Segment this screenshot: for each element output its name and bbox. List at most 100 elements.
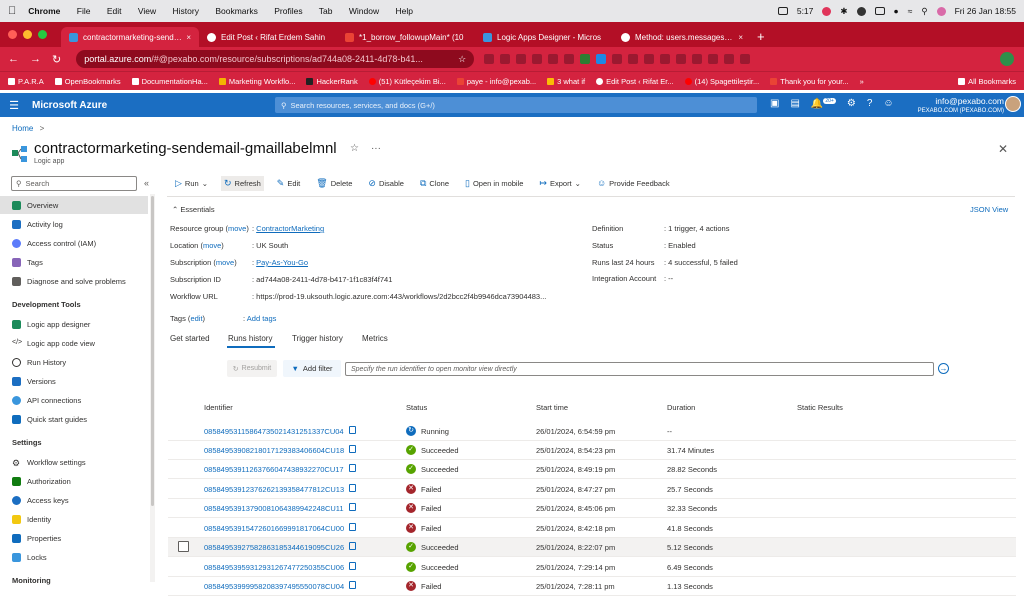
sidebar-item-overview[interactable]: Overview [0, 196, 148, 214]
sidebar-item-versions[interactable]: Versions [0, 372, 148, 390]
bookmark-item[interactable]: 3 what if [547, 77, 585, 86]
search-icon[interactable]: ⚲ [921, 6, 927, 17]
sidebar-scrollbar[interactable] [150, 194, 155, 582]
extension-icon[interactable] [724, 54, 735, 64]
run-id-link[interactable]: 08584953908218017129383406604CU18 [204, 446, 344, 455]
copy-icon[interactable] [349, 523, 356, 531]
star-icon[interactable]: ☆ [458, 54, 466, 65]
wifi-icon[interactable]: ≈ [908, 6, 913, 16]
scrollbar-thumb[interactable] [151, 196, 154, 506]
sidebar-item-code-view[interactable]: </> Logic app code view [0, 334, 148, 352]
menu-icon[interactable]: ☰ [0, 99, 28, 112]
menu-history[interactable]: History [173, 6, 199, 16]
minimize-window-button[interactable] [23, 30, 32, 39]
browser-tab[interactable]: contractormarketing-sendem × [61, 27, 199, 47]
extension-icon[interactable] [580, 54, 591, 64]
copy-icon[interactable] [349, 503, 356, 511]
battery-level-icon[interactable] [874, 7, 885, 15]
clone-button[interactable]: ⧉ Clone [417, 176, 452, 191]
extension-icon[interactable] [500, 54, 511, 64]
bookmark-item[interactable]: (51) Kütleçekim Bi... [368, 77, 446, 86]
run-id-link[interactable]: 08584953927582863185344619095CU26 [204, 543, 344, 552]
siri-icon[interactable] [936, 6, 946, 16]
sidebar-item-workflow-settings[interactable]: ⚙ Workflow settings [0, 453, 148, 471]
close-window-button[interactable] [8, 30, 17, 39]
profile-avatar[interactable] [1000, 52, 1014, 66]
bookmark-item[interactable]: Marketing Workflo... [218, 77, 295, 86]
control-icon[interactable] [856, 6, 866, 16]
tab-get-started[interactable]: Get started [170, 334, 210, 343]
menu-window[interactable]: Window [349, 6, 379, 16]
more-bookmarks-icon[interactable]: » [860, 77, 864, 86]
add-filter-button[interactable]: ▼ Add filter [283, 360, 341, 377]
avatar[interactable] [1005, 96, 1021, 112]
table-row[interactable]: 08584953913790081064389942248CU11 ✕ Faile… [168, 499, 1016, 518]
close-tab-icon[interactable]: × [186, 33, 191, 42]
new-tab-icon[interactable]: + [757, 29, 765, 44]
battery-icon[interactable] [777, 7, 788, 15]
disable-button[interactable]: ⊘ Disable [365, 176, 407, 191]
table-row[interactable]: 08584953911263766047438932270CU17 ✓ Succe… [168, 460, 1016, 479]
settings-icon[interactable]: ⚙ [847, 98, 856, 109]
bookmark-item[interactable]: Thank you for your... [770, 77, 849, 86]
user-icon[interactable]: ● [894, 6, 899, 16]
column-header-identifier[interactable]: Identifier [204, 403, 233, 412]
extension-icon[interactable] [564, 54, 575, 64]
copy-icon[interactable] [349, 484, 356, 492]
move-link[interactable]: move [203, 241, 221, 250]
copy-icon[interactable] [349, 445, 356, 453]
help-icon[interactable]: ? [867, 98, 873, 109]
copy-icon[interactable] [349, 562, 356, 570]
sidebar-item-tags[interactable]: Tags [0, 253, 148, 271]
run-id-link[interactable]: 08584953913790081064389942248CU11 [204, 504, 344, 513]
feedback-icon[interactable]: ☺ [883, 98, 893, 109]
close-icon[interactable]: ✕ [998, 142, 1008, 156]
bookmark-item[interactable]: Edit Post ‹ Rifat Er... [596, 77, 674, 86]
browser-tab[interactable]: Edit Post ‹ Rifat Erdem Sahin [199, 27, 337, 47]
sidebar-item-logic-app-designer[interactable]: Logic app designer [0, 315, 148, 333]
tab-trigger-history[interactable]: Trigger history [292, 334, 343, 343]
url-bar[interactable]: portal.azure.com/#@pexabo.com/resource/s… [76, 50, 475, 68]
sidebar-item-api-connections[interactable]: API connections [0, 391, 148, 409]
move-link[interactable]: move [228, 224, 246, 233]
cloud-shell-icon[interactable]: ▣ [770, 98, 779, 109]
favorite-star-icon[interactable]: ☆ [350, 143, 359, 154]
extension-icon[interactable] [548, 54, 559, 64]
browser-tab[interactable]: *1_borrow_followupMain* (10 [337, 27, 475, 47]
extension-icon[interactable] [484, 54, 495, 64]
add-tags-link[interactable]: Add tags [247, 314, 277, 323]
reload-icon[interactable]: ↻ [52, 53, 61, 66]
sidebar-item-activity-log[interactable]: Activity log [0, 215, 148, 233]
bluetooth-icon[interactable]: ✱ [840, 6, 847, 17]
sidebar-item-identity[interactable]: Identity [0, 510, 148, 528]
extension-icon[interactable] [660, 54, 671, 64]
extension-icon[interactable] [692, 54, 703, 64]
extension-icon[interactable] [644, 54, 655, 64]
row-checkbox[interactable] [178, 541, 189, 552]
extension-icon[interactable] [596, 54, 607, 64]
bookmark-item[interactable]: P.A.R.A [8, 77, 44, 86]
sidebar-item-authorization[interactable]: Authorization [0, 472, 148, 490]
run-id-link[interactable]: 08584953915472601669991817064CU00 [204, 524, 344, 533]
run-id-link[interactable]: 08584953959312931267477250355CU06 [204, 563, 344, 572]
column-header-start-time[interactable]: Start time [536, 403, 568, 412]
copy-icon[interactable] [349, 464, 356, 472]
copy-icon[interactable] [349, 426, 356, 434]
column-header-duration[interactable]: Duration [667, 403, 695, 412]
run-id-link[interactable]: 08584953115864735021431251337CU04 [204, 427, 344, 436]
extension-icon[interactable] [740, 54, 751, 64]
table-row[interactable]: 08584953115864735021431251337CU04 ↻ Runni… [168, 422, 1016, 441]
table-row[interactable]: 08584953927582863185344619095CU26 ✓ Succe… [168, 538, 1016, 557]
browser-tab[interactable]: Logic Apps Designer - Micros [475, 27, 613, 47]
menu-app[interactable]: Chrome [28, 6, 60, 16]
timer-text[interactable]: 5:17 [797, 6, 814, 16]
extension-icon[interactable] [612, 54, 623, 64]
copy-icon[interactable] [349, 542, 356, 550]
sidebar-item-quick-start[interactable]: Quick start guides [0, 410, 148, 428]
extension-icon[interactable] [628, 54, 639, 64]
sidebar-search-input[interactable]: ⚲ Search [11, 176, 137, 191]
copy-icon[interactable] [349, 581, 356, 589]
table-row[interactable]: 08584953959312931267477250355CU06 ✓ Succe… [168, 558, 1016, 577]
apple-icon[interactable]:  [8, 5, 16, 17]
collapse-sidebar-icon[interactable]: « [144, 178, 149, 188]
